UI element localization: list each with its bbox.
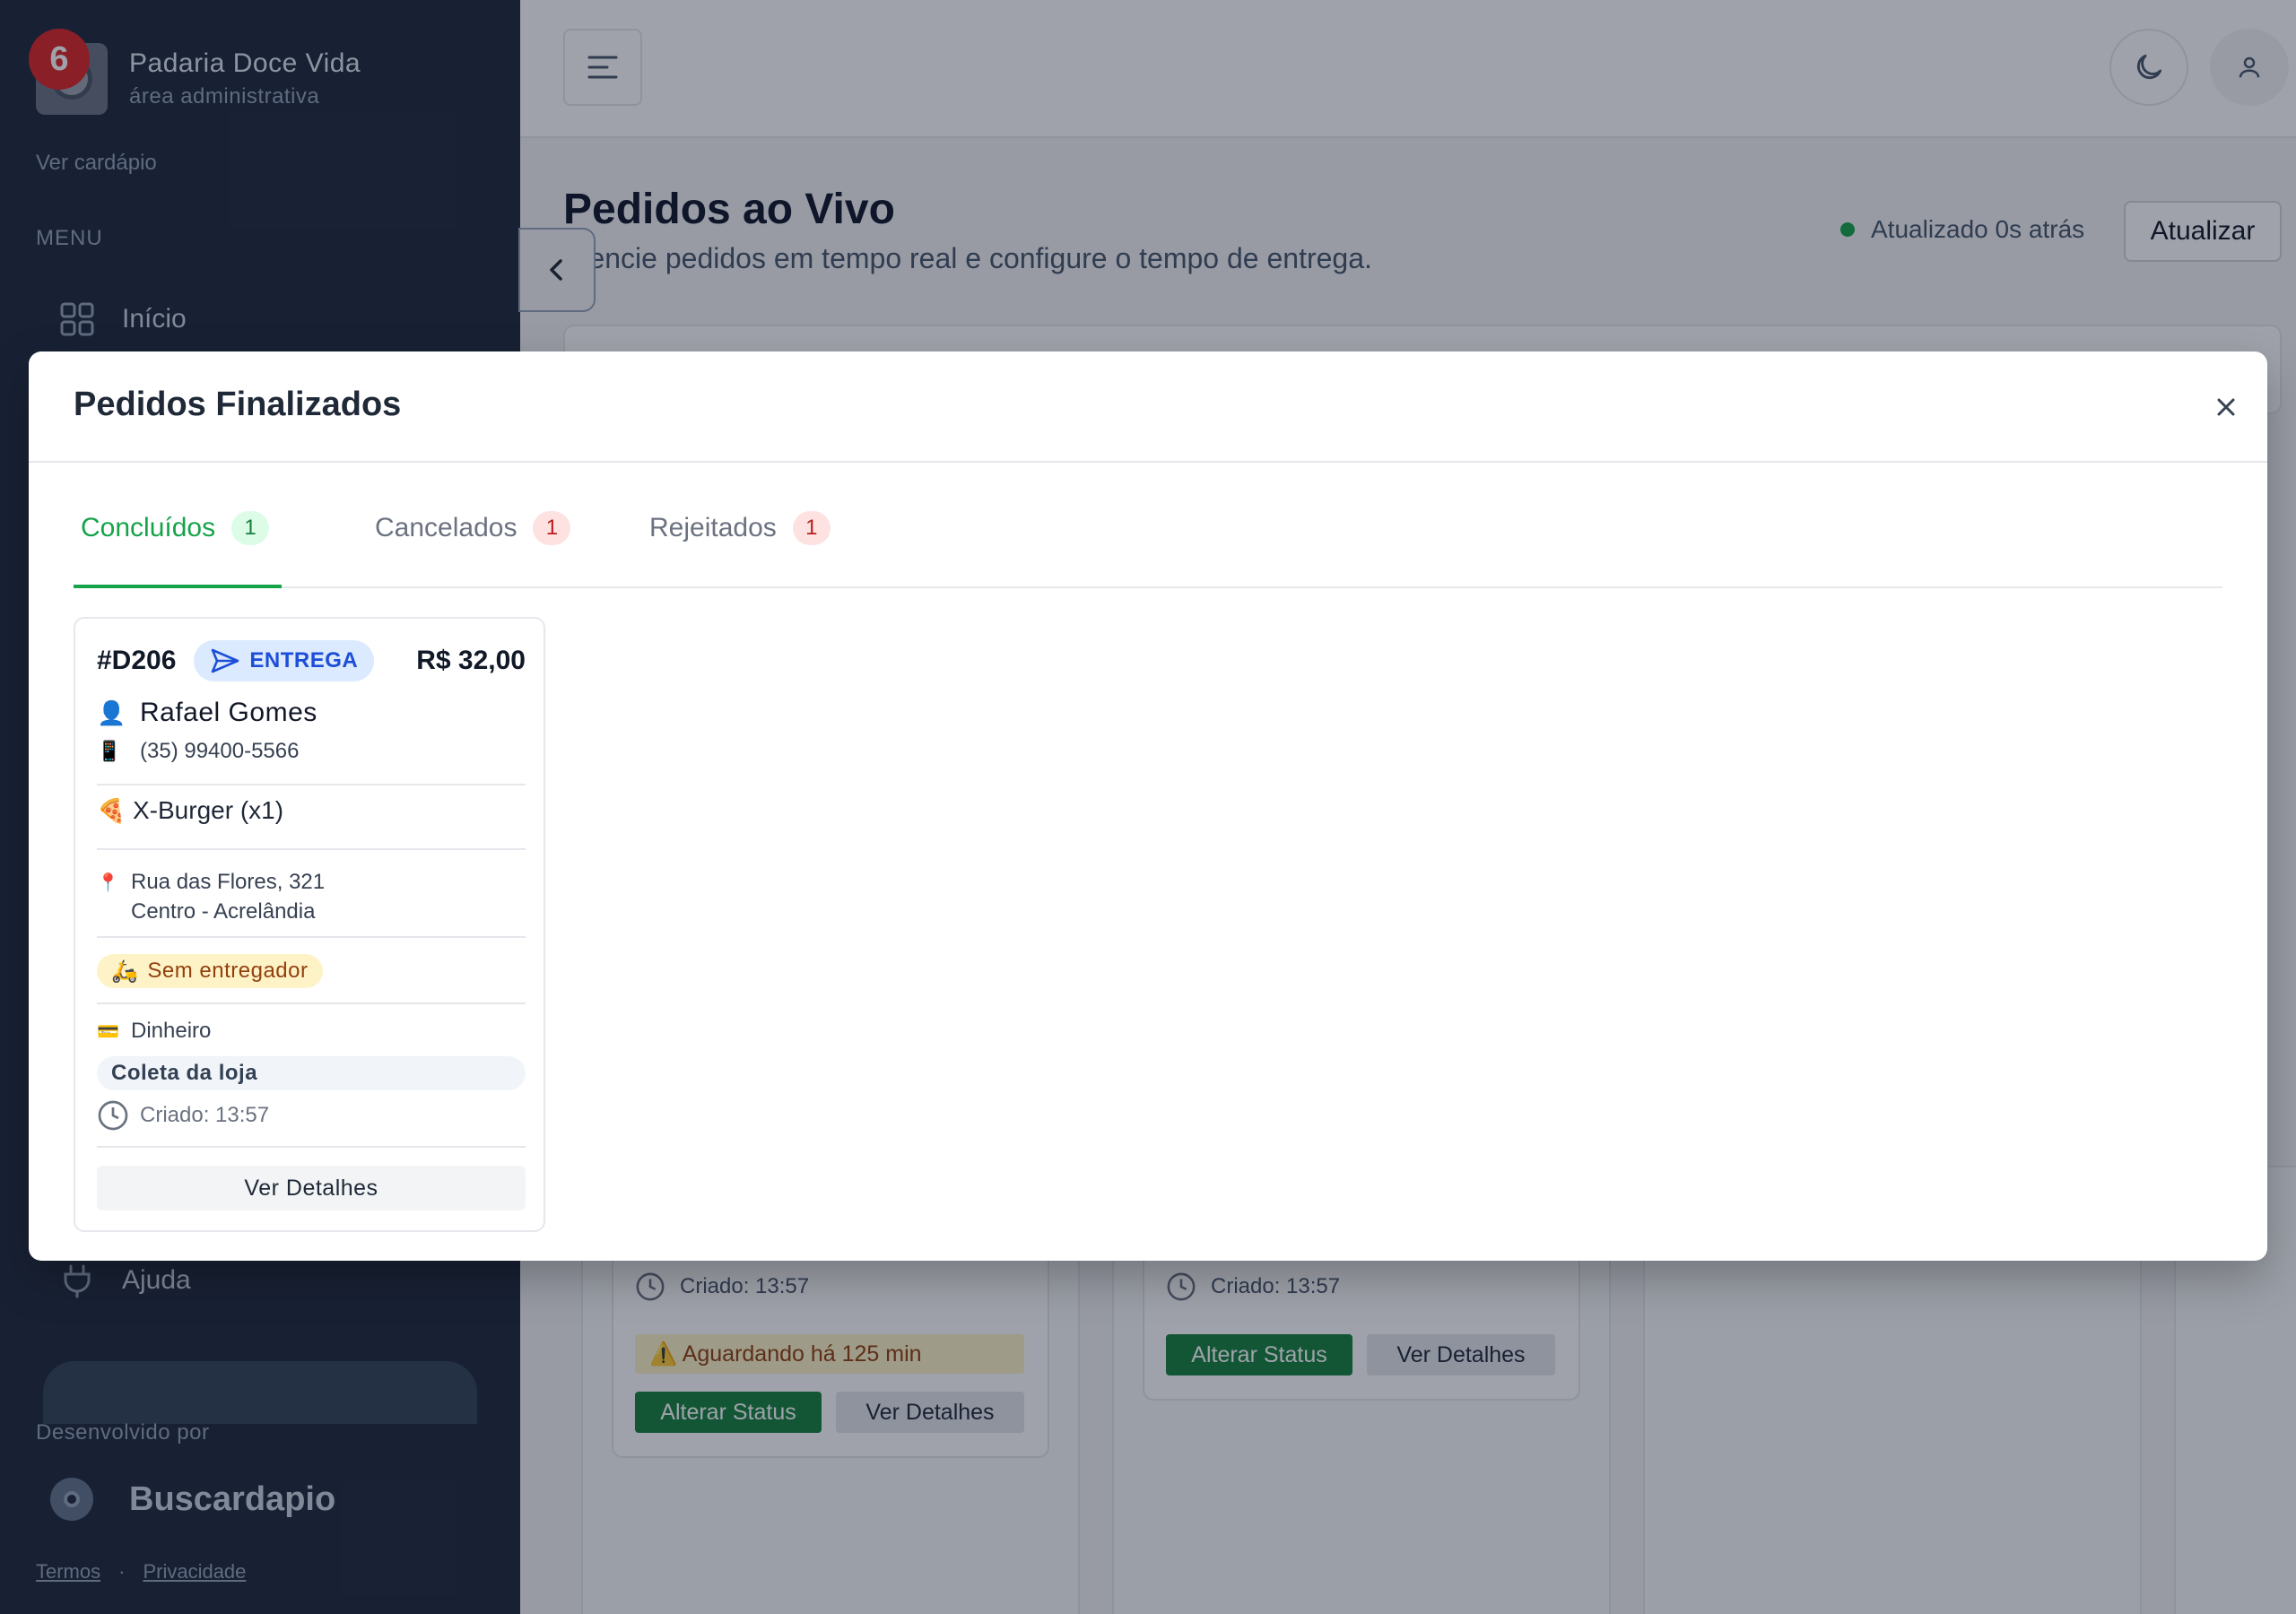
tab-count-badge: 1 xyxy=(231,511,270,545)
divider xyxy=(97,784,526,785)
divider xyxy=(97,936,526,938)
close-button[interactable] xyxy=(2206,387,2246,427)
pickup-badge: Coleta da loja xyxy=(97,1056,526,1090)
delivery-type-badge: ENTREGA xyxy=(194,640,375,681)
customer-phone: 📱 (35) 99400-5566 xyxy=(97,739,300,763)
tab-concluidos[interactable]: Concluídos 1 xyxy=(74,511,282,588)
phone-icon: 📱 xyxy=(97,740,122,762)
tab-rejeitados[interactable]: Rejeitados 1 xyxy=(649,511,865,588)
clock-icon xyxy=(98,1100,128,1131)
pin-icon: 📍 xyxy=(97,873,119,893)
tab-count-badge: 1 xyxy=(533,511,571,545)
tab-label: Rejeitados xyxy=(649,513,777,542)
close-icon xyxy=(2217,398,2235,416)
pizza-icon: 🍕 xyxy=(97,796,126,824)
customer-name: 👤 Rafael Gomes xyxy=(97,698,317,727)
divider xyxy=(97,1146,526,1148)
driver-status-badge: 🛵 Sem entregador xyxy=(97,954,323,988)
modal-title: Pedidos Finalizados xyxy=(74,386,402,423)
finished-orders-modal: Pedidos Finalizados Concluídos 1 Cancela… xyxy=(29,351,2267,1261)
divider xyxy=(97,1002,526,1004)
view-details-button[interactable]: Ver Detalhes xyxy=(97,1166,526,1210)
order-total: R$ 32,00 xyxy=(416,646,526,675)
order-item: 🍕 X-Burger (x1) xyxy=(97,796,284,824)
credit-card-icon: 💳 xyxy=(97,1021,119,1042)
person-icon: 👤 xyxy=(97,699,126,726)
created-time: Criado: 13:57 xyxy=(97,1099,269,1132)
order-header: #D206 ENTREGA R$ 32,00 xyxy=(97,640,526,681)
scooter-icon: 🛵 xyxy=(111,959,139,984)
payment-method: 💳 Dinheiro xyxy=(97,1019,212,1043)
tab-label: Cancelados xyxy=(375,513,517,542)
order-id: #D206 xyxy=(97,646,177,675)
divider xyxy=(97,848,526,850)
delivery-address: 📍 Rua das Flores, 321 Centro - Acrelândia xyxy=(97,870,326,924)
send-icon xyxy=(212,648,239,673)
tab-cancelados[interactable]: Cancelados 1 xyxy=(375,511,590,588)
tab-count-badge: 1 xyxy=(792,511,831,545)
status-tabs: Concluídos 1 Cancelados 1 Rejeitados 1 xyxy=(74,511,2222,588)
modal-header: Pedidos Finalizados xyxy=(29,351,2267,463)
order-card[interactable]: #D206 ENTREGA R$ 32,00 👤 Rafael Gomes 📱 … xyxy=(74,617,545,1232)
tab-label: Concluídos xyxy=(81,513,216,542)
